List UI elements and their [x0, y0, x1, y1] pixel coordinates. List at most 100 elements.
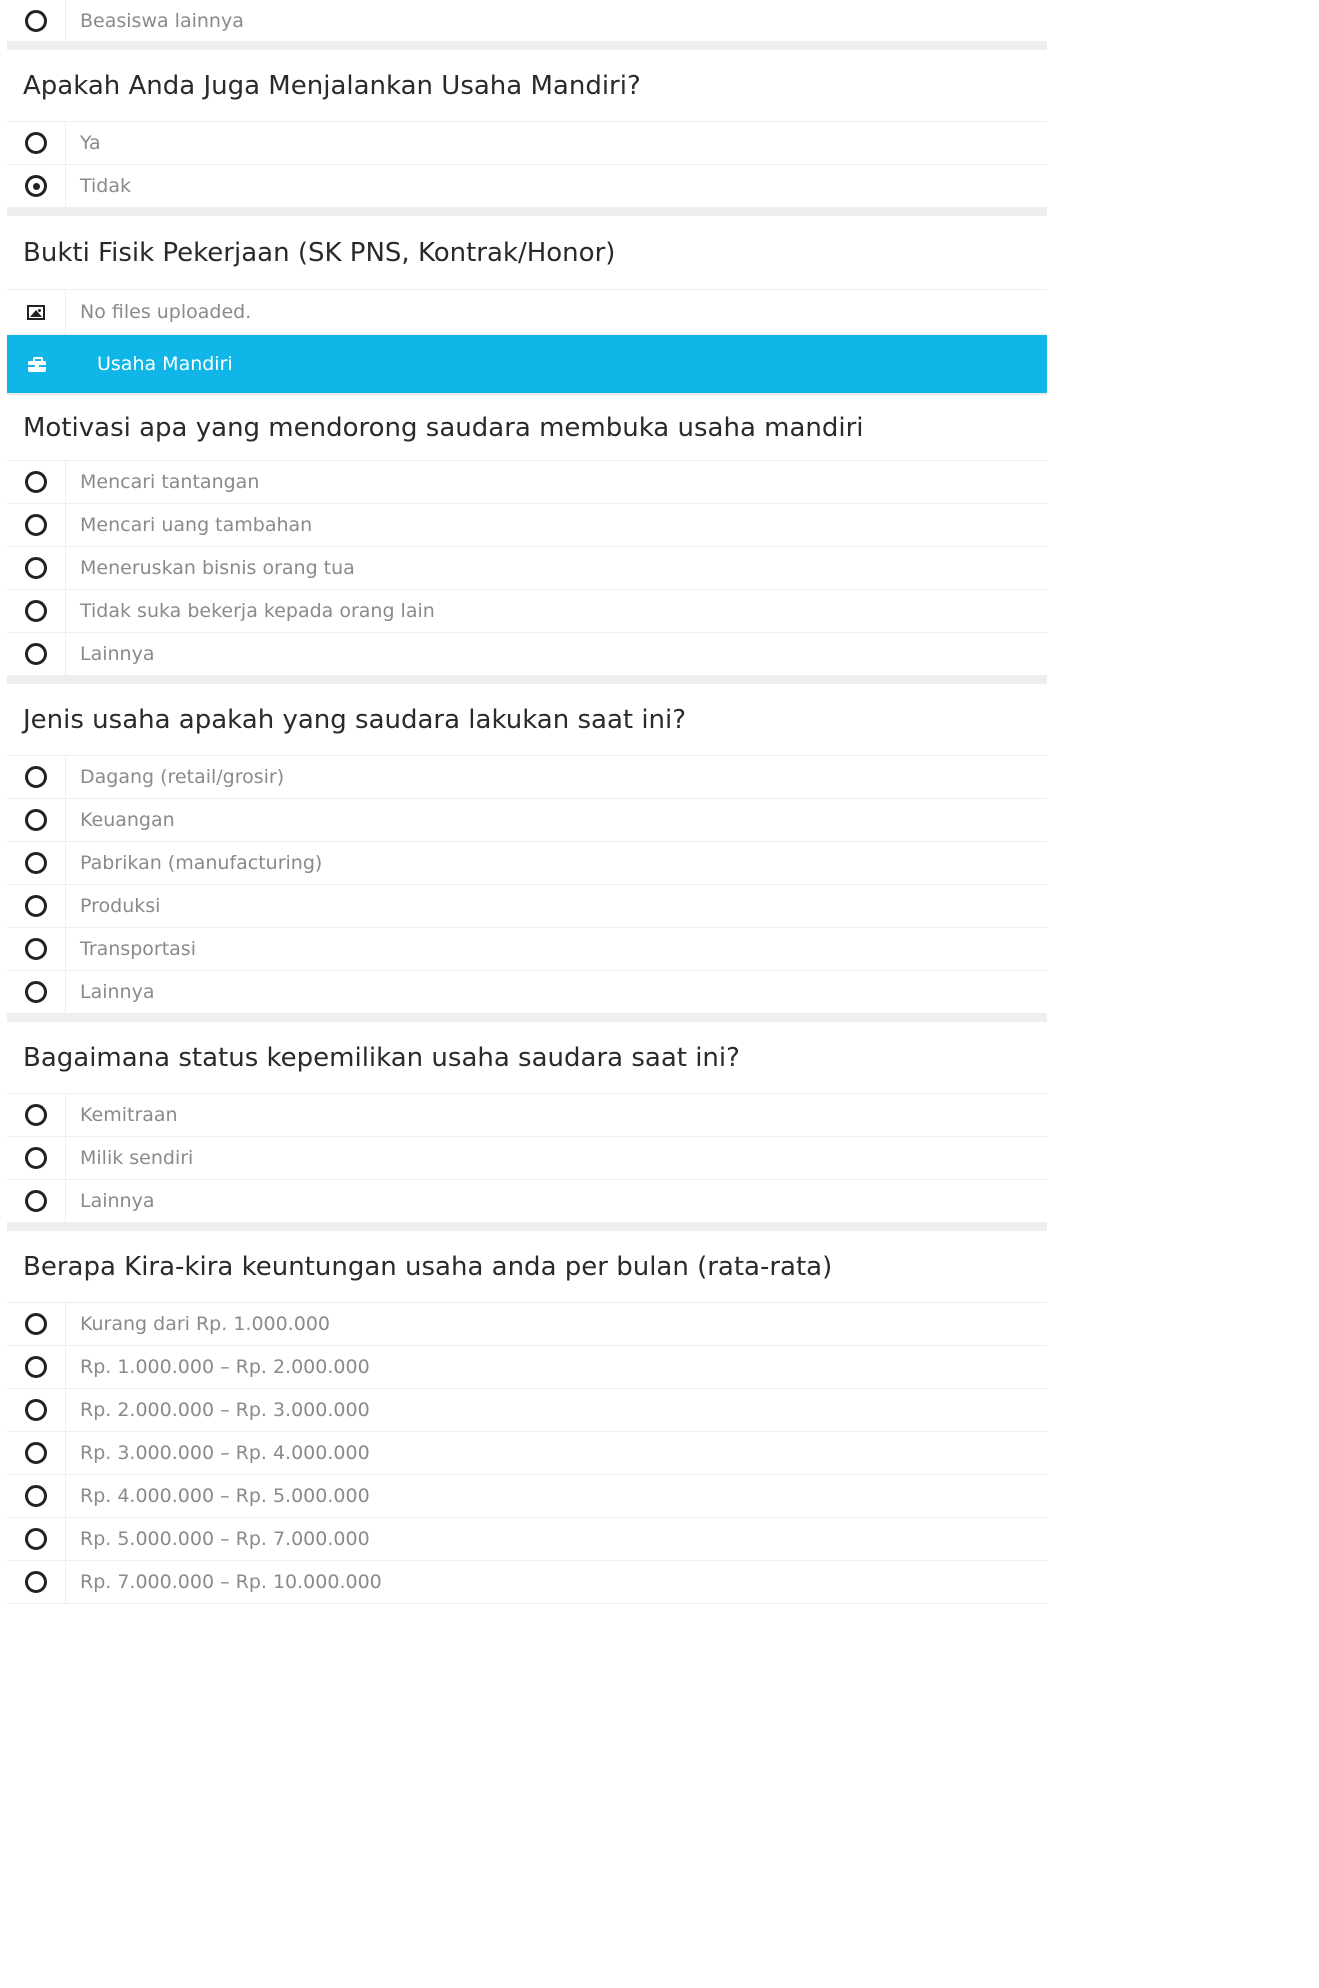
radio-unchecked-icon[interactable] — [25, 600, 47, 622]
radio-unchecked-icon[interactable] — [25, 557, 47, 579]
radio-unchecked-icon[interactable] — [25, 1485, 47, 1507]
option-label: Produksi — [80, 895, 161, 917]
radio-unchecked-icon[interactable] — [25, 981, 47, 1003]
option-label: Ya — [80, 132, 101, 154]
section-header: Usaha Mandiri — [7, 335, 1047, 395]
radio-option[interactable]: Rp. 5.000.000 – Rp. 7.000.000 — [7, 1518, 1047, 1561]
radio-option[interactable]: Dagang (retail/grosir) — [7, 756, 1047, 799]
radio-option[interactable]: Mencari tantangan — [7, 461, 1047, 504]
radio-option[interactable]: Ya — [7, 122, 1047, 165]
option-label: Rp. 3.000.000 – Rp. 4.000.000 — [80, 1442, 370, 1464]
section-title: Usaha Mandiri — [97, 353, 233, 375]
radio-icon-cell — [7, 756, 66, 798]
radio-unchecked-icon[interactable] — [25, 1356, 47, 1378]
question-title: Motivasi apa yang mendorong saudara memb… — [7, 395, 1047, 461]
section-icon-cell — [7, 356, 66, 372]
question-title: Jenis usaha apakah yang saudara lakukan … — [7, 684, 1047, 756]
radio-option[interactable]: Transportasi — [7, 928, 1047, 971]
radio-icon-cell — [7, 971, 66, 1013]
radio-unchecked-icon[interactable] — [25, 1528, 47, 1550]
option-label: Dagang (retail/grosir) — [80, 766, 285, 788]
radio-option[interactable]: Lainnya — [7, 1180, 1047, 1223]
question-separator — [7, 1223, 1047, 1231]
option-list: Dagang (retail/grosir) Keuangan Pabrikan (… — [7, 756, 1047, 1014]
option-label: Beasiswa lainnya — [80, 9, 244, 32]
radio-unchecked-icon[interactable] — [25, 132, 47, 154]
radio-unchecked-icon[interactable] — [25, 766, 47, 788]
radio-icon-cell — [7, 842, 66, 884]
briefcase-icon — [27, 357, 46, 372]
question-title: Bukti Fisik Pekerjaan (SK PNS, Kontrak/H… — [7, 216, 1047, 290]
radio-option[interactable]: Rp. 3.000.000 – Rp. 4.000.000 — [7, 1432, 1047, 1475]
radio-option[interactable]: Meneruskan bisnis orang tua — [7, 547, 1047, 590]
radio-option[interactable]: Pabrikan (manufacturing) — [7, 842, 1047, 885]
option-label: Meneruskan bisnis orang tua — [80, 557, 355, 579]
radio-icon-cell — [7, 1303, 66, 1345]
option-label: Rp. 1.000.000 – Rp. 2.000.000 — [80, 1356, 370, 1378]
radio-option[interactable]: Tidak suka bekerja kepada orang lain — [7, 590, 1047, 633]
question-separator — [7, 1014, 1047, 1022]
radio-unchecked-icon[interactable] — [25, 643, 47, 665]
radio-unchecked-icon[interactable] — [25, 938, 47, 960]
radio-option[interactable]: Kurang dari Rp. 1.000.000 — [7, 1303, 1047, 1346]
radio-option[interactable]: Rp. 4.000.000 – Rp. 5.000.000 — [7, 1475, 1047, 1518]
radio-icon-cell — [7, 1094, 66, 1136]
option-list: Kemitraan Milik sendiri Lainnya — [7, 1094, 1047, 1223]
option-label: Milik sendiri — [80, 1147, 194, 1169]
radio-unchecked-icon[interactable] — [25, 1104, 47, 1126]
radio-icon-cell — [7, 547, 66, 589]
radio-icon-cell — [7, 165, 66, 207]
radio-icon-cell — [7, 633, 66, 675]
radio-icon-cell — [7, 122, 66, 164]
radio-icon-cell — [7, 0, 66, 41]
radio-icon-cell — [7, 1432, 66, 1474]
radio-option[interactable]: Tidak — [7, 165, 1047, 208]
radio-dot — [32, 182, 40, 190]
upload-row[interactable]: No files uploaded. — [7, 290, 1047, 335]
radio-option[interactable]: Mencari uang tambahan — [7, 504, 1047, 547]
radio-unchecked-icon[interactable] — [25, 1399, 47, 1421]
radio-unchecked-icon[interactable] — [25, 852, 47, 874]
option-list: Ya Tidak — [7, 122, 1047, 208]
radio-checked-icon[interactable] — [25, 175, 47, 197]
radio-unchecked-icon[interactable] — [25, 1442, 47, 1464]
radio-option[interactable]: Produksi — [7, 885, 1047, 928]
radio-unchecked-icon[interactable] — [25, 895, 47, 917]
radio-unchecked-icon[interactable] — [25, 1571, 47, 1593]
option-label: Lainnya — [80, 1190, 155, 1212]
radio-unchecked-icon[interactable] — [25, 471, 47, 493]
radio-option[interactable]: Kemitraan — [7, 1094, 1047, 1137]
radio-option[interactable]: Milik sendiri — [7, 1137, 1047, 1180]
option-label: Kemitraan — [80, 1104, 178, 1126]
radio-icon-cell — [7, 1518, 66, 1560]
radio-unchecked-icon[interactable] — [25, 1147, 47, 1169]
option-label: Rp. 5.000.000 – Rp. 7.000.000 — [80, 1528, 370, 1550]
radio-unchecked-icon[interactable] — [25, 9, 47, 32]
radio-option[interactable]: Lainnya — [7, 633, 1047, 676]
radio-option[interactable]: Rp. 7.000.000 – Rp. 10.000.000 — [7, 1561, 1047, 1604]
option-label: Keuangan — [80, 809, 175, 831]
radio-icon-cell — [7, 461, 66, 503]
option-list: Kurang dari Rp. 1.000.000 Rp. 1.000.000 –… — [7, 1303, 1047, 1604]
radio-option[interactable]: Lainnya — [7, 971, 1047, 1014]
radio-icon-cell — [7, 799, 66, 841]
option-label: Tidak — [80, 175, 132, 197]
radio-unchecked-icon[interactable] — [25, 1313, 47, 1335]
option-label: Rp. 4.000.000 – Rp. 5.000.000 — [80, 1485, 370, 1507]
radio-unchecked-icon[interactable] — [25, 514, 47, 536]
radio-unchecked-icon[interactable] — [25, 809, 47, 831]
radio-option[interactable]: Beasiswa lainnya — [7, 0, 1047, 42]
option-label: Kurang dari Rp. 1.000.000 — [80, 1313, 331, 1335]
upload-status: No files uploaded. — [80, 301, 252, 323]
option-label: Transportasi — [80, 938, 196, 960]
image-icon — [27, 304, 45, 320]
radio-option[interactable]: Keuangan — [7, 799, 1047, 842]
radio-icon-cell — [7, 1137, 66, 1179]
radio-option[interactable]: Rp. 1.000.000 – Rp. 2.000.000 — [7, 1346, 1047, 1389]
question-separator — [7, 42, 1047, 50]
option-label: Mencari uang tambahan — [80, 514, 313, 536]
radio-option[interactable]: Rp. 2.000.000 – Rp. 3.000.000 — [7, 1389, 1047, 1432]
option-label: Lainnya — [80, 643, 155, 665]
radio-icon-cell — [7, 1346, 66, 1388]
radio-unchecked-icon[interactable] — [25, 1190, 47, 1212]
